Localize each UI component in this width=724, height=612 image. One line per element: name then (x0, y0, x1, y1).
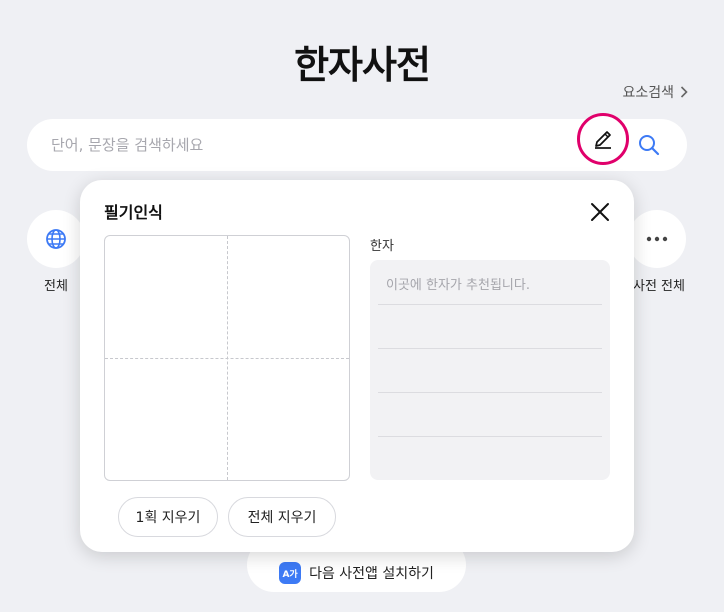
category-all-dictionaries-label: 사전 전체 (633, 279, 685, 294)
close-icon (591, 203, 609, 221)
element-search-label: 요소검색 (622, 85, 674, 101)
globe-icon (46, 229, 66, 249)
result-placeholder: 이곳에 한자가 추천됩니다. (386, 278, 530, 293)
dictionary-app-icon: A가 (279, 562, 302, 584)
more-icon (646, 236, 668, 242)
handwriting-panel-title: 필기인식 (104, 203, 163, 222)
search-bar (27, 113, 687, 171)
handwriting-canvas[interactable] (104, 235, 350, 481)
handwriting-panel: 필기인식 한자 이곳에 한자가 추천됩니다. 1획 지우기 전체 지우기 (80, 180, 634, 552)
canvas-guide-horizontal (105, 358, 349, 359)
handwriting-button[interactable] (577, 113, 629, 165)
result-divider (378, 348, 602, 349)
element-search-link[interactable]: 요소검색 (622, 82, 688, 102)
chevron-right-icon (680, 86, 688, 98)
result-divider (378, 392, 602, 393)
result-divider (378, 304, 602, 305)
search-icon (639, 135, 660, 156)
pen-icon (595, 131, 611, 149)
search-button[interactable] (635, 131, 663, 159)
result-divider (378, 436, 602, 437)
install-app-label: 다음 사전앱 설치하기 (309, 566, 434, 582)
page-title: 한자사전 (294, 43, 431, 87)
category-all-label: 전체 (44, 279, 68, 294)
category-all-button[interactable] (27, 210, 85, 268)
undo-stroke-button[interactable]: 1획 지우기 (118, 497, 218, 537)
close-button[interactable] (588, 200, 612, 224)
category-all-dictionaries-button[interactable] (628, 210, 686, 268)
clear-all-button[interactable]: 전체 지우기 (228, 497, 336, 537)
result-list: 이곳에 한자가 추천됩니다. (370, 260, 610, 480)
result-label: 한자 (370, 239, 394, 254)
search-input[interactable] (51, 119, 571, 171)
